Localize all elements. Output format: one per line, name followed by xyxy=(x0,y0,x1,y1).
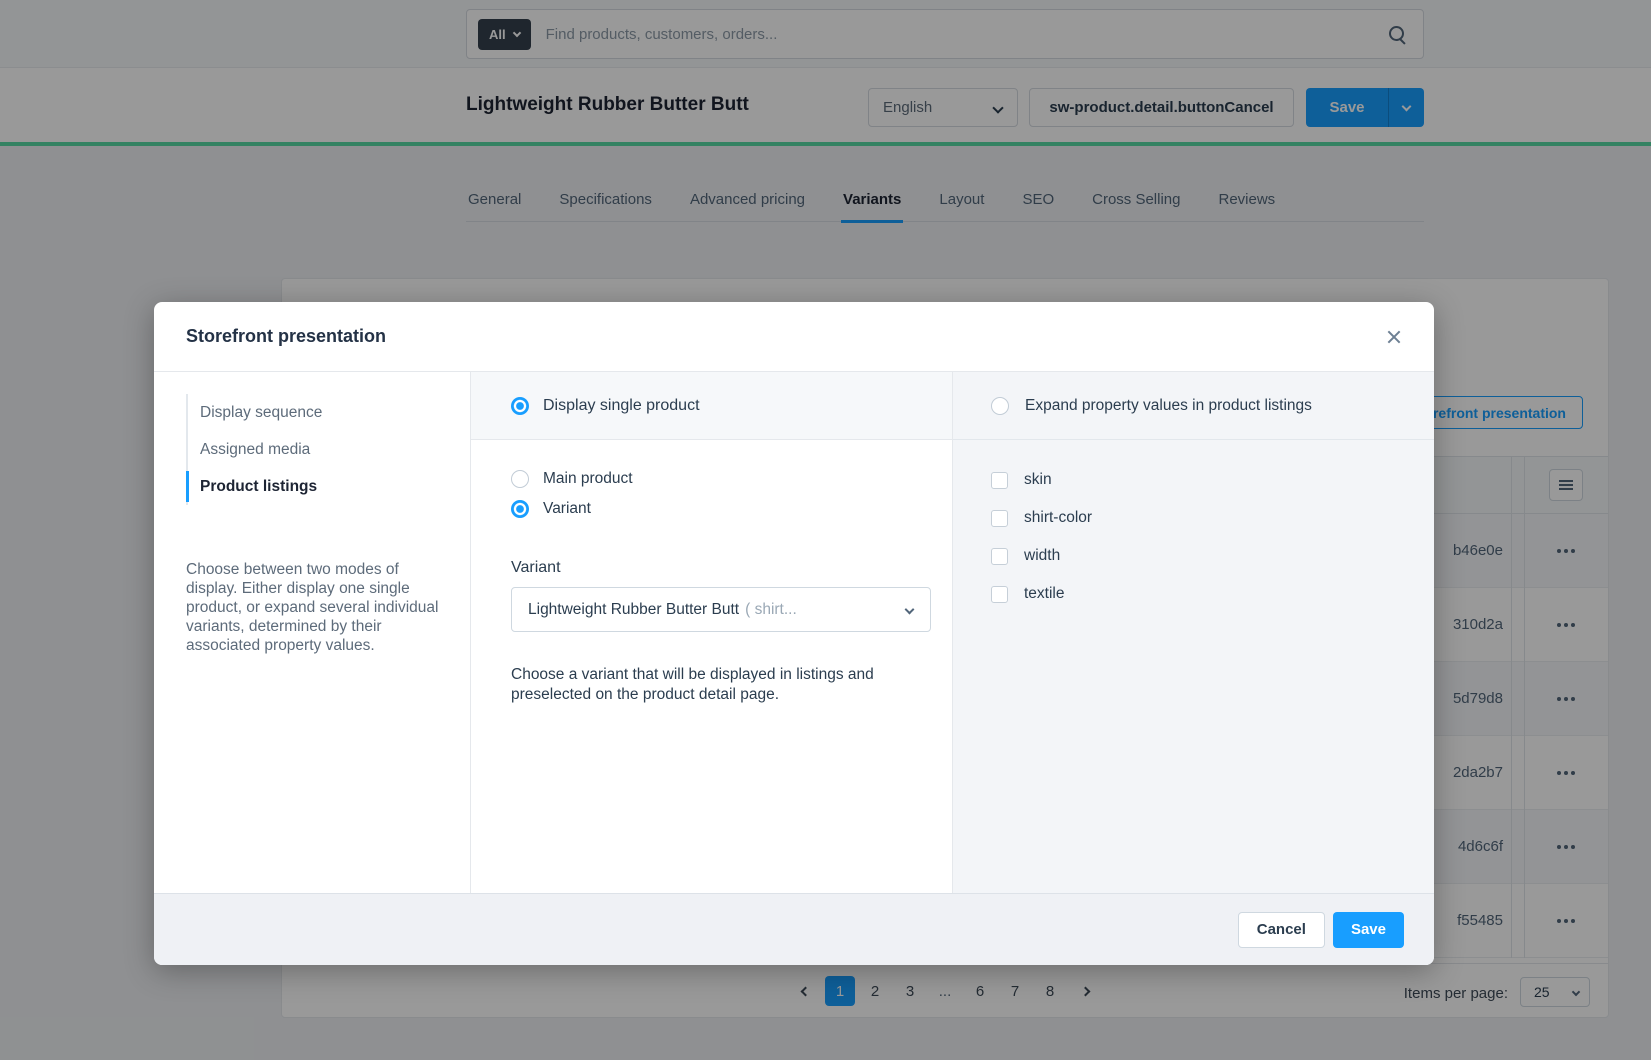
modal-header: Storefront presentation xyxy=(154,302,1434,372)
single-product-settings: Main product Variant Variant Lightweight… xyxy=(471,440,952,705)
textile-label: textile xyxy=(1024,585,1065,603)
single-product-mode-header: Display single product xyxy=(471,372,952,440)
width-label: width xyxy=(1024,547,1060,565)
expand-properties-radio[interactable] xyxy=(991,397,1009,415)
main-product-label: Main product xyxy=(543,470,633,488)
modal-title: Storefront presentation xyxy=(186,326,386,347)
property-list: skin shirt-color width textile xyxy=(953,440,1434,622)
modal-nav: Display sequence Assigned media Product … xyxy=(186,394,470,505)
modal-save-button[interactable]: Save xyxy=(1333,912,1404,948)
single-product-column: Display single product Main product Vari… xyxy=(471,372,953,893)
skin-label: skin xyxy=(1024,471,1052,489)
shirt-color-label: shirt-color xyxy=(1024,509,1092,527)
variant-option[interactable]: Variant xyxy=(511,499,912,519)
width-checkbox[interactable] xyxy=(991,548,1008,565)
expand-properties-column: Expand property values in product listin… xyxy=(953,372,1434,893)
shirt-color-checkbox[interactable] xyxy=(991,510,1008,527)
variant-radio[interactable] xyxy=(511,500,529,518)
variant-option-label: Variant xyxy=(543,500,591,518)
display-single-product-radio[interactable] xyxy=(511,397,529,415)
close-button[interactable] xyxy=(1384,327,1404,347)
variant-help-text: Choose a variant that will be displayed … xyxy=(511,665,913,705)
property-option-width[interactable]: width xyxy=(991,546,1396,566)
variant-select-value: Lightweight Rubber Butter Butt xyxy=(528,601,739,619)
modal-body: Display sequence Assigned media Product … xyxy=(154,372,1434,893)
nav-item-product-listings[interactable]: Product listings xyxy=(188,468,470,505)
property-option-shirt-color[interactable]: shirt-color xyxy=(991,508,1396,528)
variant-field-label: Variant xyxy=(511,559,912,577)
shopware-admin-screen: All Lightweight Rubber Butter Butt Engli… xyxy=(0,0,1651,1060)
skin-checkbox[interactable] xyxy=(991,472,1008,489)
variant-select-hint: ( shirt... xyxy=(745,601,797,619)
nav-item-assigned-media[interactable]: Assigned media xyxy=(188,431,470,468)
variant-select[interactable]: Lightweight Rubber Butter Butt ( shirt..… xyxy=(511,587,931,632)
nav-description: Choose between two modes of display. Eit… xyxy=(186,560,448,655)
expand-properties-label: Expand property values in product listin… xyxy=(1025,397,1312,415)
property-option-textile[interactable]: textile xyxy=(991,584,1396,604)
textile-checkbox[interactable] xyxy=(991,586,1008,603)
modal-footer: Cancel Save xyxy=(154,893,1434,965)
display-single-product-label: Display single product xyxy=(543,397,700,415)
modal-cancel-button[interactable]: Cancel xyxy=(1238,912,1325,948)
nav-item-display-sequence[interactable]: Display sequence xyxy=(188,394,470,431)
chevron-down-icon xyxy=(905,605,915,615)
expand-properties-mode-header: Expand property values in product listin… xyxy=(953,372,1434,440)
property-option-skin[interactable]: skin xyxy=(991,470,1396,490)
modal-sidebar: Display sequence Assigned media Product … xyxy=(154,372,471,893)
main-product-option[interactable]: Main product xyxy=(511,469,912,489)
main-product-radio[interactable] xyxy=(511,470,529,488)
storefront-presentation-modal: Storefront presentation Display sequence… xyxy=(154,302,1434,965)
